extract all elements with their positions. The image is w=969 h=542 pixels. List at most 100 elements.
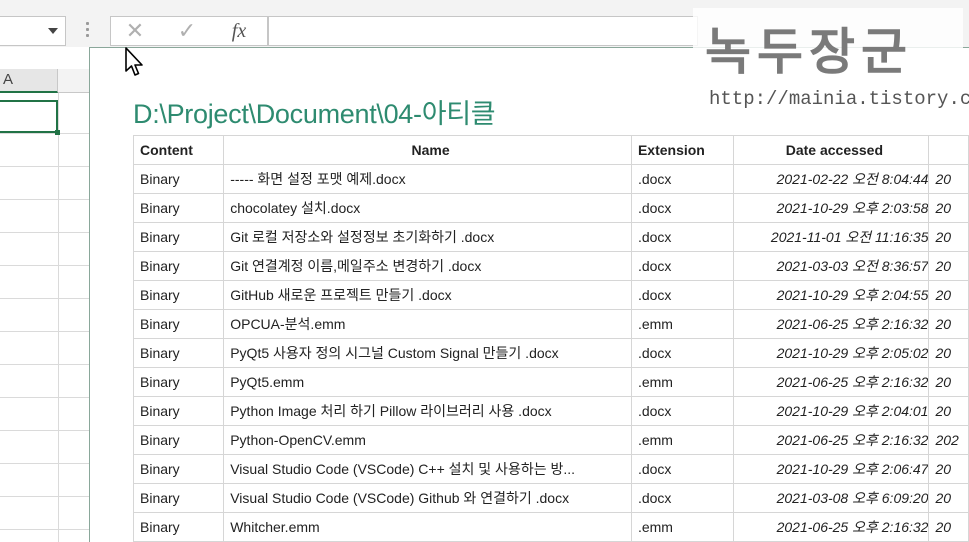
table-row[interactable]: Binary Git 연결계정 이름,메일주소 변경하기 .docx .docx 20… <box>132 251 969 281</box>
cell-extension: .emm <box>630 367 735 397</box>
cell-content: Binary <box>132 251 225 281</box>
cell-next: 20 <box>928 396 969 426</box>
cell-next: 20 <box>928 164 969 194</box>
worksheet-grid: A <box>0 47 100 542</box>
cell-name: Git 연결계정 이름,메일주소 변경하기 .docx <box>223 251 632 281</box>
mouse-cursor-icon <box>125 47 143 76</box>
cell-date-accessed: 2021-06-25 오후 2:16:32 <box>733 425 930 455</box>
cell-name: Visual Studio Code (VSCode) C++ 설치 및 사용하… <box>223 454 632 484</box>
table-row[interactable]: Binary chocolatey 설치.docx .docx 2021-10-29 … <box>132 193 969 223</box>
enter-icon[interactable]: ✓ <box>167 19 207 43</box>
cell-extension: .emm <box>630 425 735 455</box>
cell-date-accessed: 2021-10-29 오후 2:04:55 <box>733 280 930 310</box>
header-date-accessed[interactable]: Date accessed <box>733 135 930 165</box>
cell-date-accessed: 2021-10-29 오후 2:06:47 <box>733 454 930 484</box>
formula-input[interactable] <box>268 16 698 46</box>
cell-content: Binary <box>132 512 225 542</box>
cell-extension: .emm <box>630 512 735 542</box>
cell-content: Binary <box>132 483 225 513</box>
cell-name: Visual Studio Code (VSCode) Github 와 연결하… <box>223 483 632 513</box>
row-line <box>0 232 90 233</box>
cell-name: Python-OpenCV.emm <box>223 425 632 455</box>
table-row[interactable]: Binary ----- 화면 설정 포맷 예제.docx .docx 2021-02… <box>132 164 969 194</box>
cell-next: 20 <box>928 222 969 252</box>
table-row[interactable]: Binary Git 로컬 저장소와 설정정보 초기화하기 .docx .docx 2… <box>132 222 969 252</box>
cell-content: Binary <box>132 454 225 484</box>
cell-next: 20 <box>928 309 969 339</box>
cell-extension: .docx <box>630 164 735 194</box>
table-row[interactable]: Binary PyQt5 사용자 정의 시그널 Custom Signal 만들기… <box>132 338 969 368</box>
header-name[interactable]: Name <box>223 135 632 165</box>
table-row[interactable]: Binary Visual Studio Code (VSCode) Github… <box>132 483 969 513</box>
cell-name: OPCUA-분석.emm <box>223 309 632 339</box>
insert-function-icon[interactable]: fx <box>219 19 259 43</box>
header-content[interactable]: Content <box>132 135 225 165</box>
cancel-icon[interactable]: ✕ <box>115 19 155 43</box>
cell-extension: .emm <box>630 309 735 339</box>
watermark: 녹두장군 http://mainia.tistory.com <box>693 8 969 118</box>
cell-extension: .docx <box>630 338 735 368</box>
cell-next: 202 <box>928 425 969 455</box>
cell-next: 20 <box>928 193 969 223</box>
cell-name: PyQt5 사용자 정의 시그널 Custom Signal 만들기 .docx <box>223 338 632 368</box>
watermark-url: http://mainia.tistory.com <box>709 88 969 110</box>
table-row[interactable]: Binary Whitcher.emm .emm 2021-06-25 오후 2:16… <box>132 512 969 542</box>
cell-name: GitHub 새로운 프로젝트 만들기 .docx <box>223 280 632 310</box>
cell-name: Python Image 처리 하기 Pillow 라이브러리 사용 .docx <box>223 396 632 426</box>
header-extension[interactable]: Extension <box>630 135 735 165</box>
row-line <box>0 298 90 299</box>
table-row[interactable]: Binary Python Image 처리 하기 Pillow 라이브러리 사용… <box>132 396 969 426</box>
cell-date-accessed: 2021-06-25 오후 2:16:32 <box>733 367 930 397</box>
cell-next: 20 <box>928 367 969 397</box>
row-line <box>0 199 90 200</box>
table-row[interactable]: Binary Python-OpenCV.emm .emm 2021-06-25 오후… <box>132 425 969 455</box>
name-box[interactable] <box>0 16 66 46</box>
table-header-row: Content Name Extension Date accessed <box>132 135 969 165</box>
cell-date-accessed: 2021-10-29 오후 2:04:01 <box>733 396 930 426</box>
cell-next: 20 <box>928 280 969 310</box>
row-line <box>0 331 90 332</box>
selected-cell[interactable] <box>0 100 60 135</box>
row-line <box>0 430 90 431</box>
cell-content: Binary <box>132 367 225 397</box>
watermark-title: 녹두장군 <box>705 22 913 81</box>
cell-content: Binary <box>132 222 225 252</box>
cell-next: 20 <box>928 512 969 542</box>
grip-handle-icon[interactable] <box>86 22 90 40</box>
cell-date-accessed: 2021-06-25 오후 2:16:32 <box>733 309 930 339</box>
cell-next: 20 <box>928 251 969 281</box>
table-row[interactable]: Binary OPCUA-분석.emm .emm 2021-06-25 오후 2:16… <box>132 309 969 339</box>
row-line <box>0 133 90 134</box>
row-line <box>0 397 90 398</box>
row-line <box>0 265 90 266</box>
cell-extension: .docx <box>630 222 735 252</box>
cell-extension: .docx <box>630 483 735 513</box>
table-row[interactable]: Binary Visual Studio Code (VSCode) C++ 설치… <box>132 454 969 484</box>
cell-date-accessed: 2021-10-29 오후 2:03:58 <box>733 193 930 223</box>
cell-next: 20 <box>928 483 969 513</box>
row-line <box>0 529 90 530</box>
cell-content: Binary <box>132 396 225 426</box>
cell-content: Binary <box>132 338 225 368</box>
folder-path-title: D:\Project\Document\04-아티클 <box>133 99 496 129</box>
table-row[interactable]: Binary PyQt5.emm .emm 2021-06-25 오후 2:16:32… <box>132 367 969 397</box>
cell-name: PyQt5.emm <box>223 367 632 397</box>
cell-extension: .docx <box>630 251 735 281</box>
cell-date-accessed: 2021-03-08 오후 6:09:20 <box>733 483 930 513</box>
file-list-window: D:\Project\Document\04-아티클 Content Name … <box>89 47 969 542</box>
file-table: Content Name Extension Date accessed Bin… <box>132 135 969 542</box>
cell-extension: .docx <box>630 454 735 484</box>
cell-extension: .docx <box>630 396 735 426</box>
column-header-a[interactable]: A <box>0 69 58 93</box>
cell-next: 20 <box>928 454 969 484</box>
cell-extension: .docx <box>630 280 735 310</box>
cell-content: Binary <box>132 425 225 455</box>
column-line <box>58 93 59 542</box>
chevron-down-icon[interactable] <box>48 28 58 34</box>
table-row[interactable]: Binary GitHub 새로운 프로젝트 만들기 .docx .docx 2021… <box>132 280 969 310</box>
cell-name: chocolatey 설치.docx <box>223 193 632 223</box>
header-next-column[interactable] <box>928 135 969 165</box>
formula-buttons: ✕ ✓ fx <box>110 16 268 46</box>
cell-date-accessed: 2021-02-22 오전 8:04:44 <box>733 164 930 194</box>
cell-content: Binary <box>132 280 225 310</box>
